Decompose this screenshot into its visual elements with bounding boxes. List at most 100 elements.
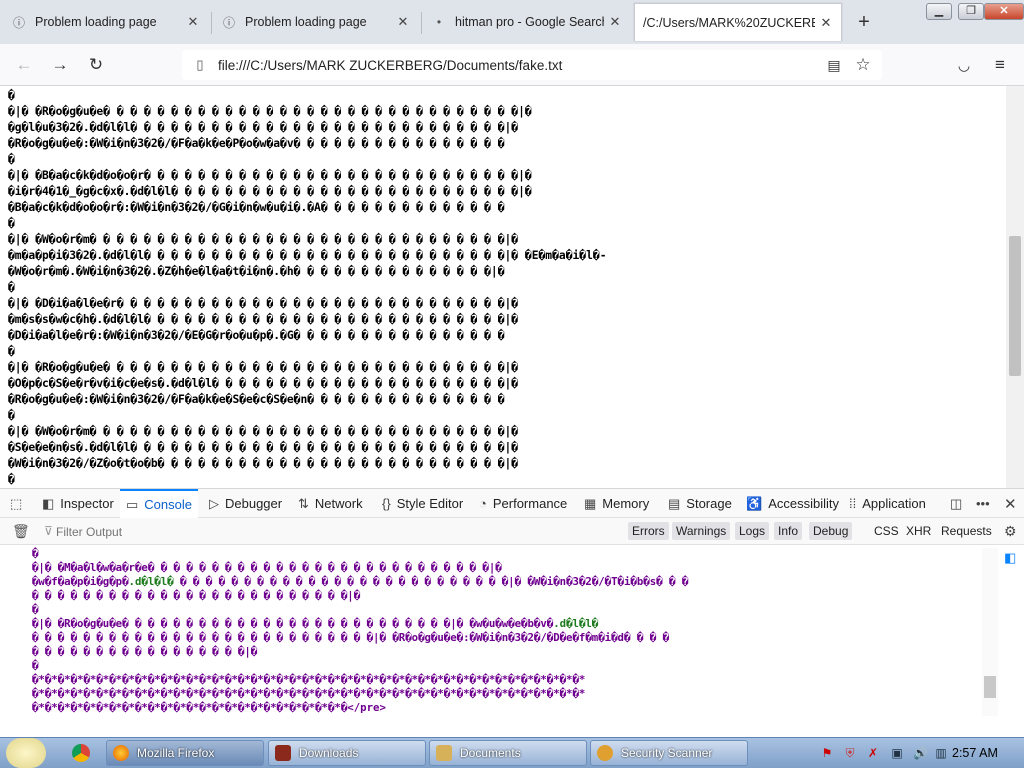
tab-inspector[interactable]: ◧ Inspector xyxy=(36,489,120,518)
tab-style-editor[interactable]: {} Style Editor xyxy=(376,489,469,518)
reader-view-icon[interactable]: ▤ xyxy=(822,53,846,77)
volume-icon[interactable]: 🔊 xyxy=(913,746,928,760)
tab-memory[interactable]: ▦ Memory xyxy=(578,489,655,518)
console-line: �*�*�*�*�*�*�*�*�*�*�*�*�*�*�*�*�*�*�*�*… xyxy=(32,701,386,714)
chrome-icon[interactable] xyxy=(72,744,90,762)
console-line: �*�*�*�*�*�*�*�*�*�*�*�*�*�*�*�*�*�*�*�*… xyxy=(32,687,586,700)
tab-accessibility[interactable]: ♿ Accessibility xyxy=(740,489,845,518)
close-icon[interactable]: ✕ xyxy=(396,14,410,30)
tab-separator xyxy=(421,12,422,34)
pick-element-icon[interactable]: ⬚ xyxy=(4,489,34,518)
close-icon[interactable]: ✕ xyxy=(608,14,622,30)
settings-gear-icon[interactable]: ⚙ xyxy=(1000,522,1021,540)
forward-arrow-icon[interactable]: → xyxy=(48,53,72,77)
console-filter-bar: 🗑 ⊽ Errors Warnings Logs Info Debug CSS … xyxy=(0,518,1024,545)
page-content: � �|� �R�o�g�u�e� � � � � � � � � � � � … xyxy=(0,86,1006,488)
network-error-icon[interactable]: ✗ xyxy=(866,746,880,760)
tab-label: /C:/Users/MARK%20ZUCKERBERG xyxy=(643,15,815,30)
nav-bar: ← → ↻ ▯ file:///C:/Users/MARK ZUCKERBERG… xyxy=(0,44,1024,86)
network-icon: ⇅ xyxy=(298,495,309,511)
console-line: �w�f�a�p�i�g�p� xyxy=(32,575,129,588)
filter-warnings-button[interactable]: Warnings xyxy=(672,522,731,540)
window-close-button[interactable]: ✕ xyxy=(984,3,1024,20)
close-devtools-icon[interactable]: ✕ xyxy=(998,489,1024,518)
info-icon: ⓘ xyxy=(222,15,235,30)
devtools-toolbar: ⬚ ◧ Inspector ▭ Console ▷ Debugger ⇅ Network… xyxy=(0,488,1024,518)
bookmark-star-icon[interactable]: ☆ xyxy=(851,53,875,77)
more-options-icon[interactable]: ••• xyxy=(970,489,1002,518)
filter-xhr-button[interactable]: XHR xyxy=(902,522,935,540)
tab-storage[interactable]: ▤ Storage xyxy=(662,489,738,518)
tab-strip: ⓘ Problem loading page ✕ ⓘ Problem loadi… xyxy=(0,0,1024,44)
application-icon: ⁞⁞ xyxy=(849,496,857,511)
url-text[interactable]: file:///C:/Users/MARK ZUCKERBERG/Documen… xyxy=(218,58,562,73)
tab-google-search[interactable]: • hitman pro - Google Search ✕ xyxy=(424,4,630,40)
accessibility-icon: ♿ xyxy=(746,495,763,511)
tab-label: Problem loading page xyxy=(35,15,157,29)
filter-requests-button[interactable]: Requests xyxy=(937,522,996,540)
new-tab-button[interactable]: + xyxy=(852,10,876,34)
filter-logs-button[interactable]: Logs xyxy=(735,522,770,540)
filter-css-button[interactable]: CSS xyxy=(870,522,903,540)
console-line: � � � � � � � � � � � � � � � � � � � � … xyxy=(32,631,670,644)
reload-icon[interactable]: ↻ xyxy=(84,53,108,77)
tab-application[interactable]: ⁞⁞ Application xyxy=(843,489,932,518)
console-icon: ▭ xyxy=(126,496,139,512)
console-line: � � � � � � � � � � � � � � � � � � � � … xyxy=(32,589,361,602)
tab-label: Problem loading page xyxy=(245,15,367,29)
tab-separator xyxy=(211,12,212,34)
tab-label: hitman pro - Google Search xyxy=(455,15,604,29)
storage-icon: ▤ xyxy=(668,495,681,511)
trash-icon[interactable]: 🗑 xyxy=(8,522,34,540)
console-scrollbar[interactable] xyxy=(982,548,998,716)
debugger-icon: ▷ xyxy=(209,495,219,511)
filter-output-input[interactable] xyxy=(54,522,298,542)
clock[interactable]: 2:57 AM xyxy=(952,746,998,760)
dot-icon: • xyxy=(436,15,442,29)
filter-errors-button[interactable]: Errors xyxy=(628,522,669,540)
filter-debug-button[interactable]: Debug xyxy=(809,522,853,540)
display-icon[interactable]: ▣ xyxy=(890,746,904,760)
minimize-button[interactable]: ▁ xyxy=(926,3,952,20)
console-line: � xyxy=(32,603,39,616)
pocket-icon[interactable]: ◡ xyxy=(952,53,976,77)
text-file-content: � �|� �R�o�g�u�e� � � � � � � � � � � � … xyxy=(8,89,607,486)
performance-icon: ◔ xyxy=(479,496,487,511)
console-output: � �|� �M�a�l�w�a�r�e� � � � � � � � � � … xyxy=(0,545,998,715)
restore-button[interactable]: ❐ xyxy=(958,3,984,20)
start-orb-icon[interactable] xyxy=(6,738,46,768)
taskbar-documents[interactable]: Documents xyxy=(429,740,587,766)
tab-console[interactable]: ▭ Console xyxy=(120,489,198,518)
folder-icon xyxy=(436,745,452,761)
scrollbar-thumb[interactable] xyxy=(1009,236,1021,376)
hamburger-menu-icon[interactable]: ≡ xyxy=(988,53,1012,77)
security-shield-icon[interactable]: ⛨ xyxy=(843,746,857,760)
taskbar-downloads[interactable]: Downloads xyxy=(268,740,426,766)
tab-problem-loading-2[interactable]: ⓘ Problem loading page ✕ xyxy=(214,4,418,40)
taskbar-security-scanner[interactable]: Security Scanner xyxy=(590,740,748,766)
shield-icon xyxy=(597,745,613,761)
filter-info-button[interactable]: Info xyxy=(774,522,803,540)
inspector-icon: ◧ xyxy=(42,495,55,511)
close-icon[interactable]: ✕ xyxy=(819,15,833,31)
tab-fake-txt[interactable]: /C:/Users/MARK%20ZUCKERBERG ✕ xyxy=(634,3,842,41)
scrollbar-thumb[interactable] xyxy=(984,676,996,698)
memory-icon: ▦ xyxy=(584,495,597,511)
firefox-icon xyxy=(113,745,129,761)
page-scrollbar[interactable] xyxy=(1006,86,1024,488)
back-arrow-icon[interactable]: ← xyxy=(12,53,36,77)
console-line: � xyxy=(32,547,39,560)
flag-icon[interactable]: ⚑ xyxy=(820,746,834,760)
tab-performance[interactable]: ◔ Performance xyxy=(473,489,573,518)
address-bar[interactable]: ▯ file:///C:/Users/MARK ZUCKERBERG/Docum… xyxy=(182,50,882,80)
tab-problem-loading-1[interactable]: ⓘ Problem loading page ✕ xyxy=(4,4,208,40)
tab-network[interactable]: ⇅ Network xyxy=(292,489,369,518)
network-icon[interactable]: ▥ xyxy=(934,746,948,760)
console-line-rest: � � � � � � � � � � � � � � � � � � � � … xyxy=(173,575,689,588)
close-icon[interactable]: ✕ xyxy=(186,14,200,30)
split-console-icon[interactable]: ◧ xyxy=(1004,550,1016,566)
console-line-green: .d�l�l� xyxy=(553,617,599,630)
taskbar-firefox[interactable]: Mozilla Firefox xyxy=(106,740,264,766)
folder-icon xyxy=(275,745,291,761)
tab-debugger[interactable]: ▷ Debugger xyxy=(203,489,288,518)
